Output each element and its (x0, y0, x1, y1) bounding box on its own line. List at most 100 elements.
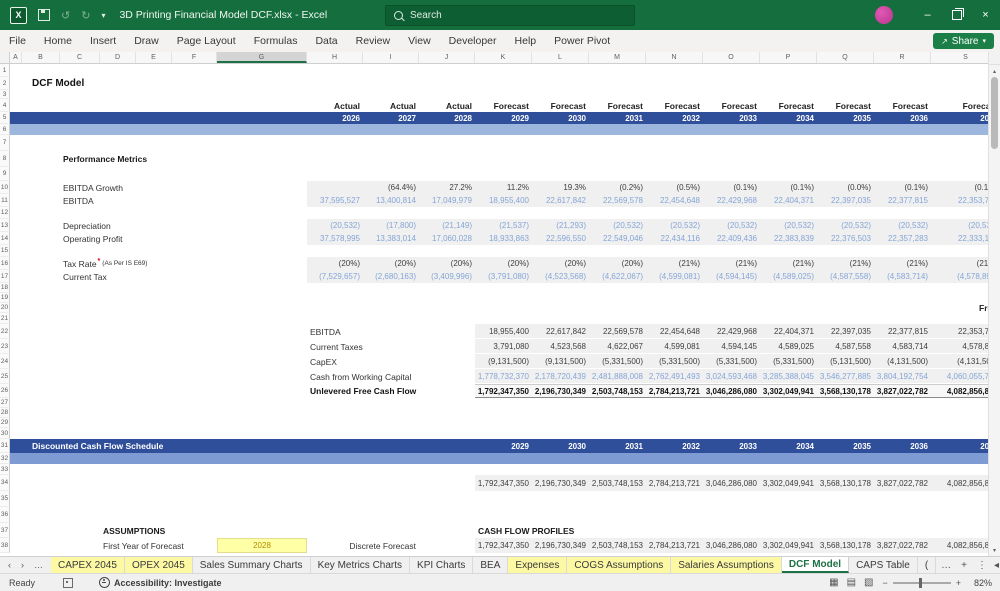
cell-P15[interactable] (760, 245, 817, 257)
cell-A13[interactable] (10, 219, 22, 232)
page-layout-view-icon[interactable]: ▤ (847, 577, 856, 588)
cell-O1[interactable] (703, 64, 760, 77)
cell-I36[interactable] (363, 507, 419, 523)
cell-L29[interactable] (532, 418, 589, 428)
cell-R5[interactable]: 2036 (874, 112, 931, 124)
cell-I2[interactable] (363, 77, 419, 90)
cell-P24[interactable]: (5,331,500) (760, 354, 817, 369)
more-sheets-icon[interactable]: … (30, 560, 47, 570)
cell-F29[interactable] (172, 418, 217, 428)
cell-K14[interactable]: 18,933,863 (475, 232, 532, 245)
cell-R1[interactable] (874, 64, 931, 77)
cell-C21[interactable] (60, 313, 100, 324)
cell-J10[interactable]: 27.2% (419, 181, 475, 194)
cell-L9[interactable] (532, 167, 589, 181)
cell-M32[interactable] (589, 453, 646, 464)
cell-A24[interactable] (10, 354, 22, 369)
cell-I1[interactable] (363, 64, 419, 77)
cell-F28[interactable] (172, 408, 217, 418)
cell-C9[interactable] (60, 167, 100, 181)
redo-icon[interactable]: ↻ (81, 9, 90, 22)
cell-N8[interactable] (646, 151, 703, 167)
cell-A7[interactable] (10, 135, 22, 151)
cell-I27[interactable] (363, 398, 419, 408)
cell-F37[interactable] (172, 523, 217, 538)
cell-I11[interactable]: 13,400,814 (363, 194, 419, 207)
cell-P34[interactable]: 3,302,049,941 (760, 475, 817, 491)
row-header-31[interactable]: 31 (0, 439, 10, 453)
cell-I4[interactable]: Actual (363, 99, 419, 112)
cell-K12[interactable] (475, 207, 532, 219)
cell-P36[interactable] (760, 507, 817, 523)
cell-J7[interactable] (419, 135, 475, 151)
cell-E9[interactable] (136, 167, 172, 181)
cell-S12[interactable] (931, 207, 988, 219)
cell-F35[interactable] (172, 491, 217, 507)
cell-P13[interactable]: (20,532) (760, 219, 817, 232)
cell-B36[interactable] (22, 507, 60, 523)
cell-O11[interactable]: 22,429,968 (703, 194, 760, 207)
cell-D35[interactable] (100, 491, 136, 507)
cell-R35[interactable] (874, 491, 931, 507)
cell-H37[interactable] (307, 523, 363, 538)
cell-S16[interactable]: (21%) (931, 257, 988, 270)
cell-K21[interactable] (475, 313, 532, 324)
cell-J27[interactable] (419, 398, 475, 408)
cell-H24[interactable]: CapEX (307, 354, 475, 369)
save-icon[interactable] (38, 9, 50, 21)
cell-M34[interactable]: 2,503,748,153 (589, 475, 646, 491)
cell-O8[interactable] (703, 151, 760, 167)
cell-B13[interactable] (22, 219, 60, 232)
cell-D9[interactable] (100, 167, 136, 181)
cell-H14[interactable]: 37,578,995 (307, 232, 363, 245)
cell-R17[interactable]: (4,583,714) (874, 270, 931, 283)
cell-D19[interactable] (100, 293, 136, 303)
scroll-up-icon[interactable]: ▴ (989, 65, 1000, 77)
cell-H6[interactable] (307, 124, 363, 135)
cell-D15[interactable] (100, 245, 136, 257)
cell-B27[interactable] (22, 398, 60, 408)
row-header-27[interactable]: 27 (0, 398, 10, 408)
cell-M5[interactable]: 2031 (589, 112, 646, 124)
cell-K3[interactable] (475, 90, 532, 99)
cell-N27[interactable] (646, 398, 703, 408)
cell-L12[interactable] (532, 207, 589, 219)
cell-A26[interactable] (10, 384, 22, 398)
search-input[interactable]: Search (385, 5, 635, 26)
cell-A38[interactable] (10, 538, 22, 553)
cell-G34[interactable] (217, 475, 307, 491)
cell-L34[interactable]: 2,196,730,349 (532, 475, 589, 491)
cell-O16[interactable]: (21%) (703, 257, 760, 270)
cell-S28[interactable] (931, 408, 988, 418)
column-header-E[interactable]: E (136, 52, 172, 63)
cell-K31[interactable]: 2029 (475, 439, 532, 453)
cell-P8[interactable] (760, 151, 817, 167)
cell-A11[interactable] (10, 194, 22, 207)
cell-J5[interactable]: 2028 (419, 112, 475, 124)
column-header-G[interactable]: G (217, 52, 307, 63)
cell-J16[interactable]: (20%) (419, 257, 475, 270)
cell-A4[interactable] (10, 99, 22, 112)
row-header-13[interactable]: 13 (0, 219, 10, 232)
cell-S36[interactable] (931, 507, 988, 523)
cell-S14[interactable]: 22,333,177 (931, 232, 988, 245)
cell-N5[interactable]: 2032 (646, 112, 703, 124)
cell-J33[interactable] (419, 464, 475, 475)
cell-Q25[interactable]: 3,546,277,885 (817, 369, 874, 384)
cell-E27[interactable] (136, 398, 172, 408)
cell-S3[interactable] (931, 90, 988, 99)
cell-N29[interactable] (646, 418, 703, 428)
cell-B16[interactable] (22, 257, 60, 270)
cell-O6[interactable] (703, 124, 760, 135)
cell-O22[interactable]: 22,429,968 (703, 324, 760, 339)
cell-G17[interactable] (217, 270, 307, 283)
cell-L22[interactable]: 22,617,842 (532, 324, 589, 339)
cell-K2[interactable] (475, 77, 532, 90)
cell-L5[interactable]: 2030 (532, 112, 589, 124)
row-header-37[interactable]: 37 (0, 523, 10, 538)
cell-A36[interactable] (10, 507, 22, 523)
row-header-36[interactable]: 36 (0, 507, 10, 523)
cell-K25[interactable]: 1,778,732,370 (475, 369, 532, 384)
cell-S5[interactable]: 2037 (931, 112, 988, 124)
cell-J1[interactable] (419, 64, 475, 77)
